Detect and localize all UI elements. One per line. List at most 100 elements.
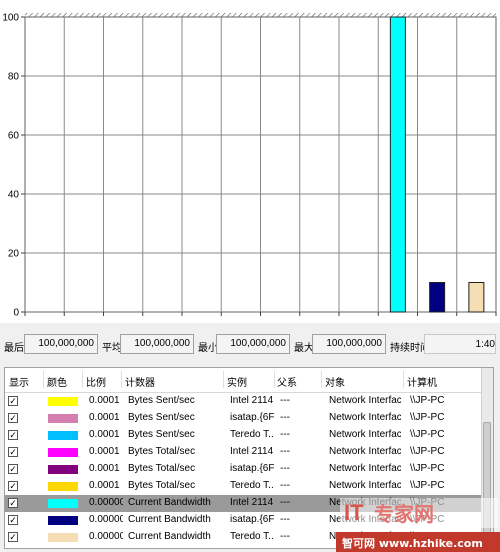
header-parent[interactable]: 父系	[277, 374, 297, 389]
last-label: 最后	[4, 343, 24, 354]
chart-bar	[429, 282, 446, 313]
row-object: Network Interface	[329, 480, 401, 491]
chart-bar	[389, 16, 406, 313]
row-object: Network Interface	[329, 463, 401, 474]
y-tick-label: 40	[8, 190, 20, 201]
show-checkbox[interactable]: ✓	[8, 498, 18, 508]
row-instance: Teredo T...	[230, 429, 274, 440]
color-swatch	[48, 499, 78, 508]
color-swatch	[48, 465, 78, 474]
row-scale: 0.0001	[89, 480, 120, 491]
column-divider[interactable]	[43, 371, 44, 388]
header-show[interactable]: 显示	[9, 374, 29, 389]
header-counter[interactable]: 计数器	[125, 374, 155, 389]
table-row[interactable]: ✓ 0.0001 Bytes Total/sec Intel 2114... --- Ne…	[5, 444, 483, 461]
stats-bar: 最后 100,000,000 平均 100,000,000 最小 100,000…	[0, 331, 500, 359]
row-computer: \\JP-PC	[410, 395, 445, 406]
chart-area: 0 20 40 60 80 100	[0, 0, 500, 323]
row-computer: \\JP-PC	[410, 429, 445, 440]
row-counter: Current Bandwidth	[128, 531, 211, 542]
row-counter: Bytes Sent/sec	[128, 412, 195, 423]
color-swatch	[48, 397, 78, 406]
minimum-label: 最小	[198, 343, 218, 354]
column-divider[interactable]	[82, 371, 83, 388]
column-divider[interactable]	[223, 371, 224, 388]
row-parent: ---	[280, 480, 290, 491]
row-instance: Intel 2114...	[230, 446, 274, 457]
row-counter: Current Bandwidth	[128, 514, 211, 525]
row-instance: Teredo T...	[230, 531, 274, 542]
table-row[interactable]: ✓ 0.0001 Bytes Sent/sec isatap.{6F... --- Net…	[5, 410, 483, 427]
color-swatch	[48, 533, 78, 542]
row-counter: Bytes Total/sec	[128, 463, 196, 474]
table-row[interactable]: ✓ 0.0001 Bytes Total/sec isatap.{6F... --- Ne…	[5, 461, 483, 478]
row-object: Network Interface	[329, 429, 401, 440]
row-object: Network Interface	[329, 395, 401, 406]
color-swatch	[48, 414, 78, 423]
row-instance: isatap.{6F...	[230, 412, 274, 423]
column-divider[interactable]	[121, 371, 122, 388]
row-scale: 0.0001	[89, 463, 120, 474]
header-scale[interactable]: 比例	[86, 374, 106, 389]
show-checkbox[interactable]: ✓	[8, 430, 18, 440]
row-counter: Bytes Sent/sec	[128, 395, 195, 406]
show-checkbox[interactable]: ✓	[8, 515, 18, 525]
site-watermark-logo: IT 专家网 智可网 www.hzhike.com	[336, 498, 500, 552]
row-computer: \\JP-PC	[410, 446, 445, 457]
row-parent: ---	[280, 395, 290, 406]
color-swatch	[48, 431, 78, 440]
minimum-value: 100,000,000	[216, 334, 290, 354]
color-swatch	[48, 448, 78, 457]
bar-chart: 0 20 40 60 80 100	[2, 13, 497, 319]
chart-bar	[468, 282, 485, 313]
show-checkbox[interactable]: ✓	[8, 447, 18, 457]
row-instance: Teredo T...	[230, 480, 274, 491]
row-computer: \\JP-PC	[410, 412, 445, 423]
row-counter: Current Bandwidth	[128, 497, 211, 508]
row-parent: ---	[280, 412, 290, 423]
column-divider[interactable]	[321, 371, 322, 388]
row-instance: Intel 2114...	[230, 395, 274, 406]
row-scale: 0.000001	[89, 531, 123, 542]
row-computer: \\JP-PC	[410, 463, 445, 474]
maximum-label: 最大	[294, 343, 314, 354]
maximum-value: 100,000,000	[312, 334, 386, 354]
last-value: 100,000,000	[24, 334, 98, 354]
row-instance: isatap.{6F...	[230, 514, 274, 525]
row-object: Network Interface	[329, 446, 401, 457]
show-checkbox[interactable]: ✓	[8, 481, 18, 491]
average-value: 100,000,000	[120, 334, 194, 354]
header-color[interactable]: 颜色	[47, 374, 67, 389]
row-counter: Bytes Total/sec	[128, 480, 196, 491]
header-object[interactable]: 对象	[325, 374, 345, 389]
y-tick-label: 100	[2, 13, 19, 24]
show-checkbox[interactable]: ✓	[8, 464, 18, 474]
row-parent: ---	[280, 446, 290, 457]
watermark-main: 专家网	[374, 502, 434, 526]
row-parent: ---	[280, 531, 290, 542]
table-row[interactable]: ✓ 0.0001 Bytes Sent/sec Intel 2114... --- Net…	[5, 393, 483, 410]
average-label: 平均	[102, 343, 122, 354]
column-divider[interactable]	[274, 371, 275, 388]
show-checkbox[interactable]: ✓	[8, 413, 18, 423]
table-row[interactable]: ✓ 0.0001 Bytes Total/sec Teredo T... --- Netw…	[5, 478, 483, 495]
row-parent: ---	[280, 429, 290, 440]
table-row[interactable]: ✓ 0.0001 Bytes Sent/sec Teredo T... --- Netwo…	[5, 427, 483, 444]
y-tick-label: 20	[8, 249, 20, 260]
row-scale: 0.0001	[89, 429, 120, 440]
y-tick-label: 0	[13, 308, 19, 319]
row-computer: \\JP-PC	[410, 480, 445, 491]
row-counter: Bytes Sent/sec	[128, 429, 195, 440]
chart-top-hatch	[25, 13, 496, 17]
header-instance[interactable]: 实例	[227, 374, 247, 389]
header-computer[interactable]: 计算机	[407, 374, 437, 389]
show-checkbox[interactable]: ✓	[8, 396, 18, 406]
row-instance: Intel 2114...	[230, 497, 274, 508]
show-checkbox[interactable]: ✓	[8, 532, 18, 542]
y-tick-label: 60	[8, 131, 20, 142]
row-scale: 0.0001	[89, 446, 120, 457]
row-parent: ---	[280, 463, 290, 474]
column-divider[interactable]	[403, 371, 404, 388]
row-scale: 0.0001	[89, 395, 120, 406]
y-tick-label: 80	[8, 72, 20, 83]
